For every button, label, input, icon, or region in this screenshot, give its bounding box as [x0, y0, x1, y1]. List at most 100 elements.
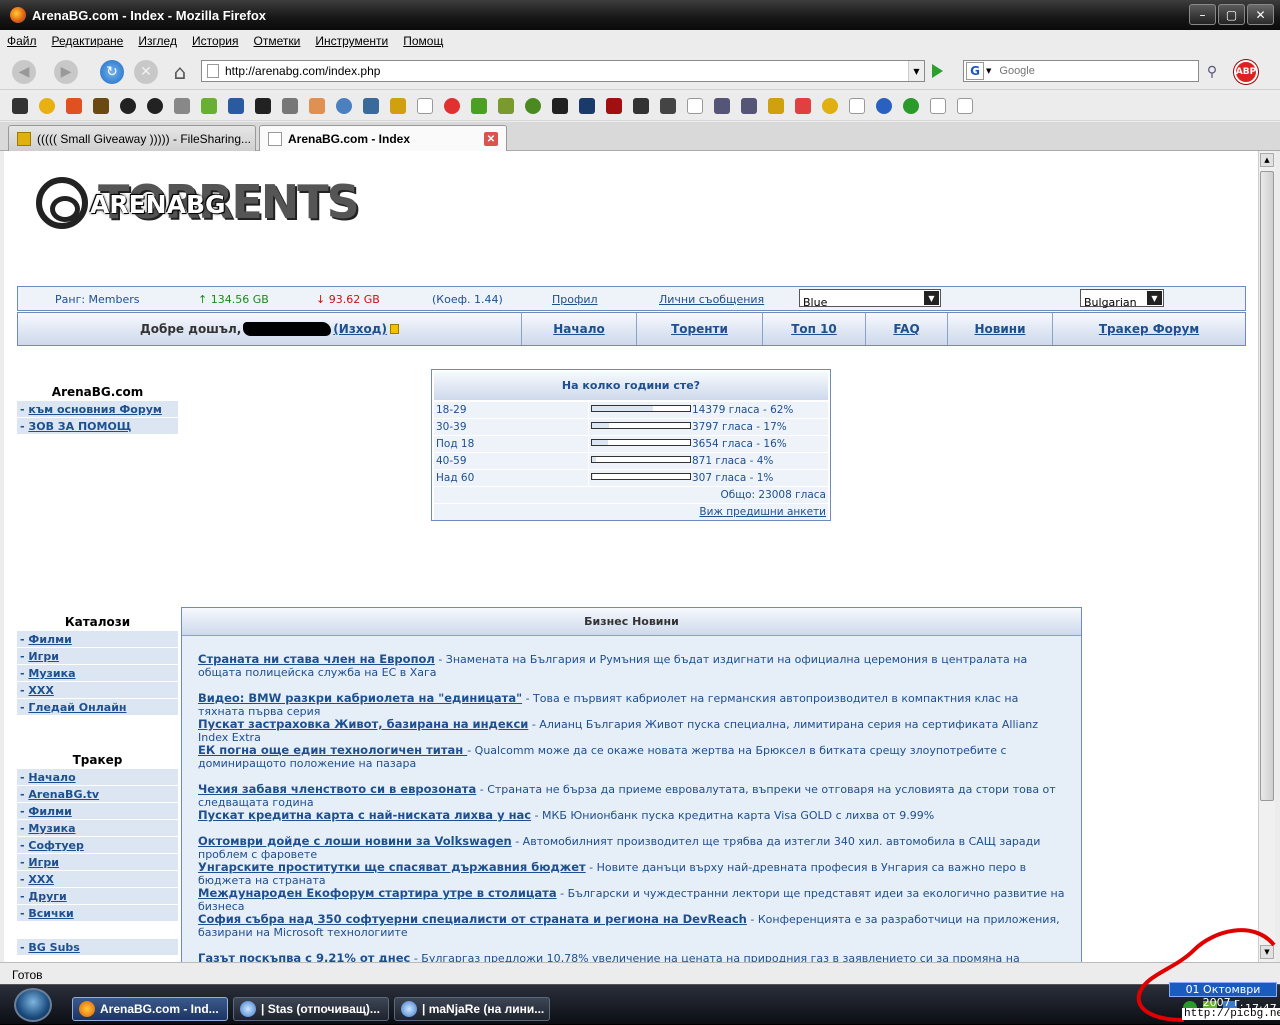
- search-input[interactable]: [999, 65, 1190, 77]
- bookmark-icon[interactable]: [471, 98, 487, 114]
- go-arrow-icon[interactable]: [932, 64, 943, 78]
- tracker-music[interactable]: Музика: [28, 822, 75, 835]
- bookmark-icon[interactable]: [66, 98, 82, 114]
- messages-link[interactable]: Лични съобщения: [659, 293, 764, 306]
- tracker-home[interactable]: Начало: [28, 771, 75, 784]
- maximize-button[interactable]: ▢: [1218, 4, 1245, 25]
- menu-bookmarks[interactable]: Отметки: [254, 34, 301, 48]
- bookmark-icon[interactable]: [336, 98, 352, 114]
- tracker-movies[interactable]: Филми: [28, 805, 71, 818]
- nav-home[interactable]: Начало: [553, 322, 605, 336]
- nav-tracker-forum[interactable]: Тракер Форум: [1099, 322, 1199, 336]
- bookmark-icon[interactable]: [444, 98, 460, 114]
- catalog-xxx[interactable]: XXX: [28, 684, 53, 697]
- back-arrow-icon[interactable]: ◀: [12, 60, 36, 84]
- previous-polls-link[interactable]: Виж предишни анкети: [699, 506, 826, 518]
- bookmark-icon[interactable]: [147, 98, 163, 114]
- language-select[interactable]: Bulgarian ▼: [1080, 289, 1164, 309]
- bookmark-icon[interactable]: [228, 98, 244, 114]
- home-icon[interactable]: ⌂: [168, 60, 192, 84]
- info-icon[interactable]: [876, 98, 892, 114]
- bookmark-icon[interactable]: [498, 98, 514, 114]
- menu-view[interactable]: Изглед: [138, 34, 177, 48]
- bookmark-icon[interactable]: [795, 98, 811, 114]
- bookmark-icon[interactable]: [660, 98, 676, 114]
- reload-icon[interactable]: ↻: [100, 60, 124, 84]
- bookmark-icon[interactable]: [39, 98, 55, 114]
- google-icon[interactable]: G: [966, 62, 984, 80]
- tracker-xxx[interactable]: XXX: [28, 873, 53, 886]
- url-bar[interactable]: ▼: [201, 60, 925, 82]
- scroll-thumb[interactable]: [1260, 171, 1274, 801]
- bookmark-icon[interactable]: [822, 98, 838, 114]
- nav-top10[interactable]: Топ 10: [791, 322, 837, 336]
- catalog-music[interactable]: Музика: [28, 667, 75, 680]
- catalog-watch-online[interactable]: Гледай Онлайн: [28, 701, 126, 714]
- bookmark-icon[interactable]: [12, 98, 28, 114]
- bookmark-icon[interactable]: [552, 98, 568, 114]
- scroll-up-icon[interactable]: ▲: [1260, 153, 1274, 167]
- bookmark-icon[interactable]: [417, 98, 433, 114]
- catalog-movies[interactable]: Филми: [28, 633, 71, 646]
- arenabg-logo[interactable]: TORRENTS ARENABG: [32, 173, 360, 233]
- scroll-down-icon[interactable]: ▼: [1260, 945, 1274, 959]
- bookmark-icon[interactable]: [768, 98, 784, 114]
- vertical-scrollbar[interactable]: ▲ ▼: [1258, 151, 1275, 962]
- bookmark-icon[interactable]: [363, 98, 379, 114]
- menu-help[interactable]: Помощ: [403, 34, 443, 48]
- bookmark-icon[interactable]: [849, 98, 865, 114]
- menu-edit[interactable]: Редактиране: [52, 34, 124, 48]
- bookmark-icon[interactable]: [282, 98, 298, 114]
- bookmark-icon[interactable]: [390, 98, 406, 114]
- taskbar-chat-stas[interactable]: | Stas (отпочиващ)...: [233, 997, 389, 1021]
- tracker-other[interactable]: Други: [28, 890, 66, 903]
- bookmark-icon[interactable]: [930, 98, 946, 114]
- bookmark-icon[interactable]: [741, 98, 757, 114]
- forward-arrow-icon[interactable]: ▶: [54, 60, 78, 84]
- bookmark-icon[interactable]: [579, 98, 595, 114]
- bookmark-icon[interactable]: [714, 98, 730, 114]
- menu-history[interactable]: История: [192, 34, 239, 48]
- taskbar-firefox[interactable]: ArenaBG.com - Ind...: [72, 997, 228, 1021]
- search-bar[interactable]: G ▼: [963, 60, 1199, 82]
- logout-link[interactable]: (Изход): [333, 322, 387, 336]
- adblock-icon[interactable]: ABP: [1234, 60, 1258, 84]
- menu-tools[interactable]: Инструменти: [315, 34, 388, 48]
- bookmark-icon[interactable]: [93, 98, 109, 114]
- nav-faq[interactable]: FAQ: [893, 322, 919, 336]
- bookmark-icon[interactable]: [606, 98, 622, 114]
- bookmark-icon[interactable]: [120, 98, 136, 114]
- close-button[interactable]: ✕: [1247, 4, 1274, 25]
- tracker-bg-subs[interactable]: BG Subs: [28, 941, 79, 954]
- tab-arenabg[interactable]: ArenaBG.com - Index ✕: [259, 125, 507, 152]
- nav-torrents[interactable]: Торенти: [671, 322, 728, 336]
- magnifier-icon[interactable]: ⚲: [1200, 60, 1224, 84]
- taskbar-chat-manjare[interactable]: | maNjaRe (на лини...: [394, 997, 550, 1021]
- bookmark-icon[interactable]: [174, 98, 190, 114]
- theme-select[interactable]: Blue ▼: [799, 289, 941, 309]
- bookmark-icon[interactable]: [957, 98, 973, 114]
- url-dropdown-icon[interactable]: ▼: [908, 61, 924, 81]
- bookmark-icon[interactable]: [201, 98, 217, 114]
- profile-link[interactable]: Профил: [552, 293, 598, 306]
- minimize-button[interactable]: –: [1189, 4, 1216, 25]
- forum-link[interactable]: към основния Форум: [28, 403, 161, 416]
- url-input[interactable]: [225, 64, 905, 78]
- catalog-games[interactable]: Игри: [28, 650, 59, 663]
- bookmark-icon[interactable]: [255, 98, 271, 114]
- tracker-all[interactable]: Всички: [28, 907, 73, 920]
- bookmark-icon[interactable]: [903, 98, 919, 114]
- bookmark-icon[interactable]: [687, 98, 703, 114]
- bookmark-icon[interactable]: [525, 98, 541, 114]
- start-button[interactable]: [14, 988, 52, 1022]
- menu-file[interactable]: Файл: [7, 34, 37, 48]
- close-tab-icon[interactable]: ✕: [484, 132, 498, 146]
- tab-giveaway[interactable]: ((((( Small Giveaway ))))) - FileSharing…: [8, 125, 256, 151]
- bookmark-icon[interactable]: [633, 98, 649, 114]
- tracker-arenabg-tv[interactable]: ArenaBG.tv: [28, 788, 99, 801]
- tracker-games[interactable]: Игри: [28, 856, 59, 869]
- help-link[interactable]: ЗОВ ЗА ПОМОЩ: [28, 420, 131, 433]
- nav-news[interactable]: Новини: [975, 322, 1026, 336]
- stop-icon[interactable]: ✕: [134, 60, 158, 84]
- bookmark-icon[interactable]: [309, 98, 325, 114]
